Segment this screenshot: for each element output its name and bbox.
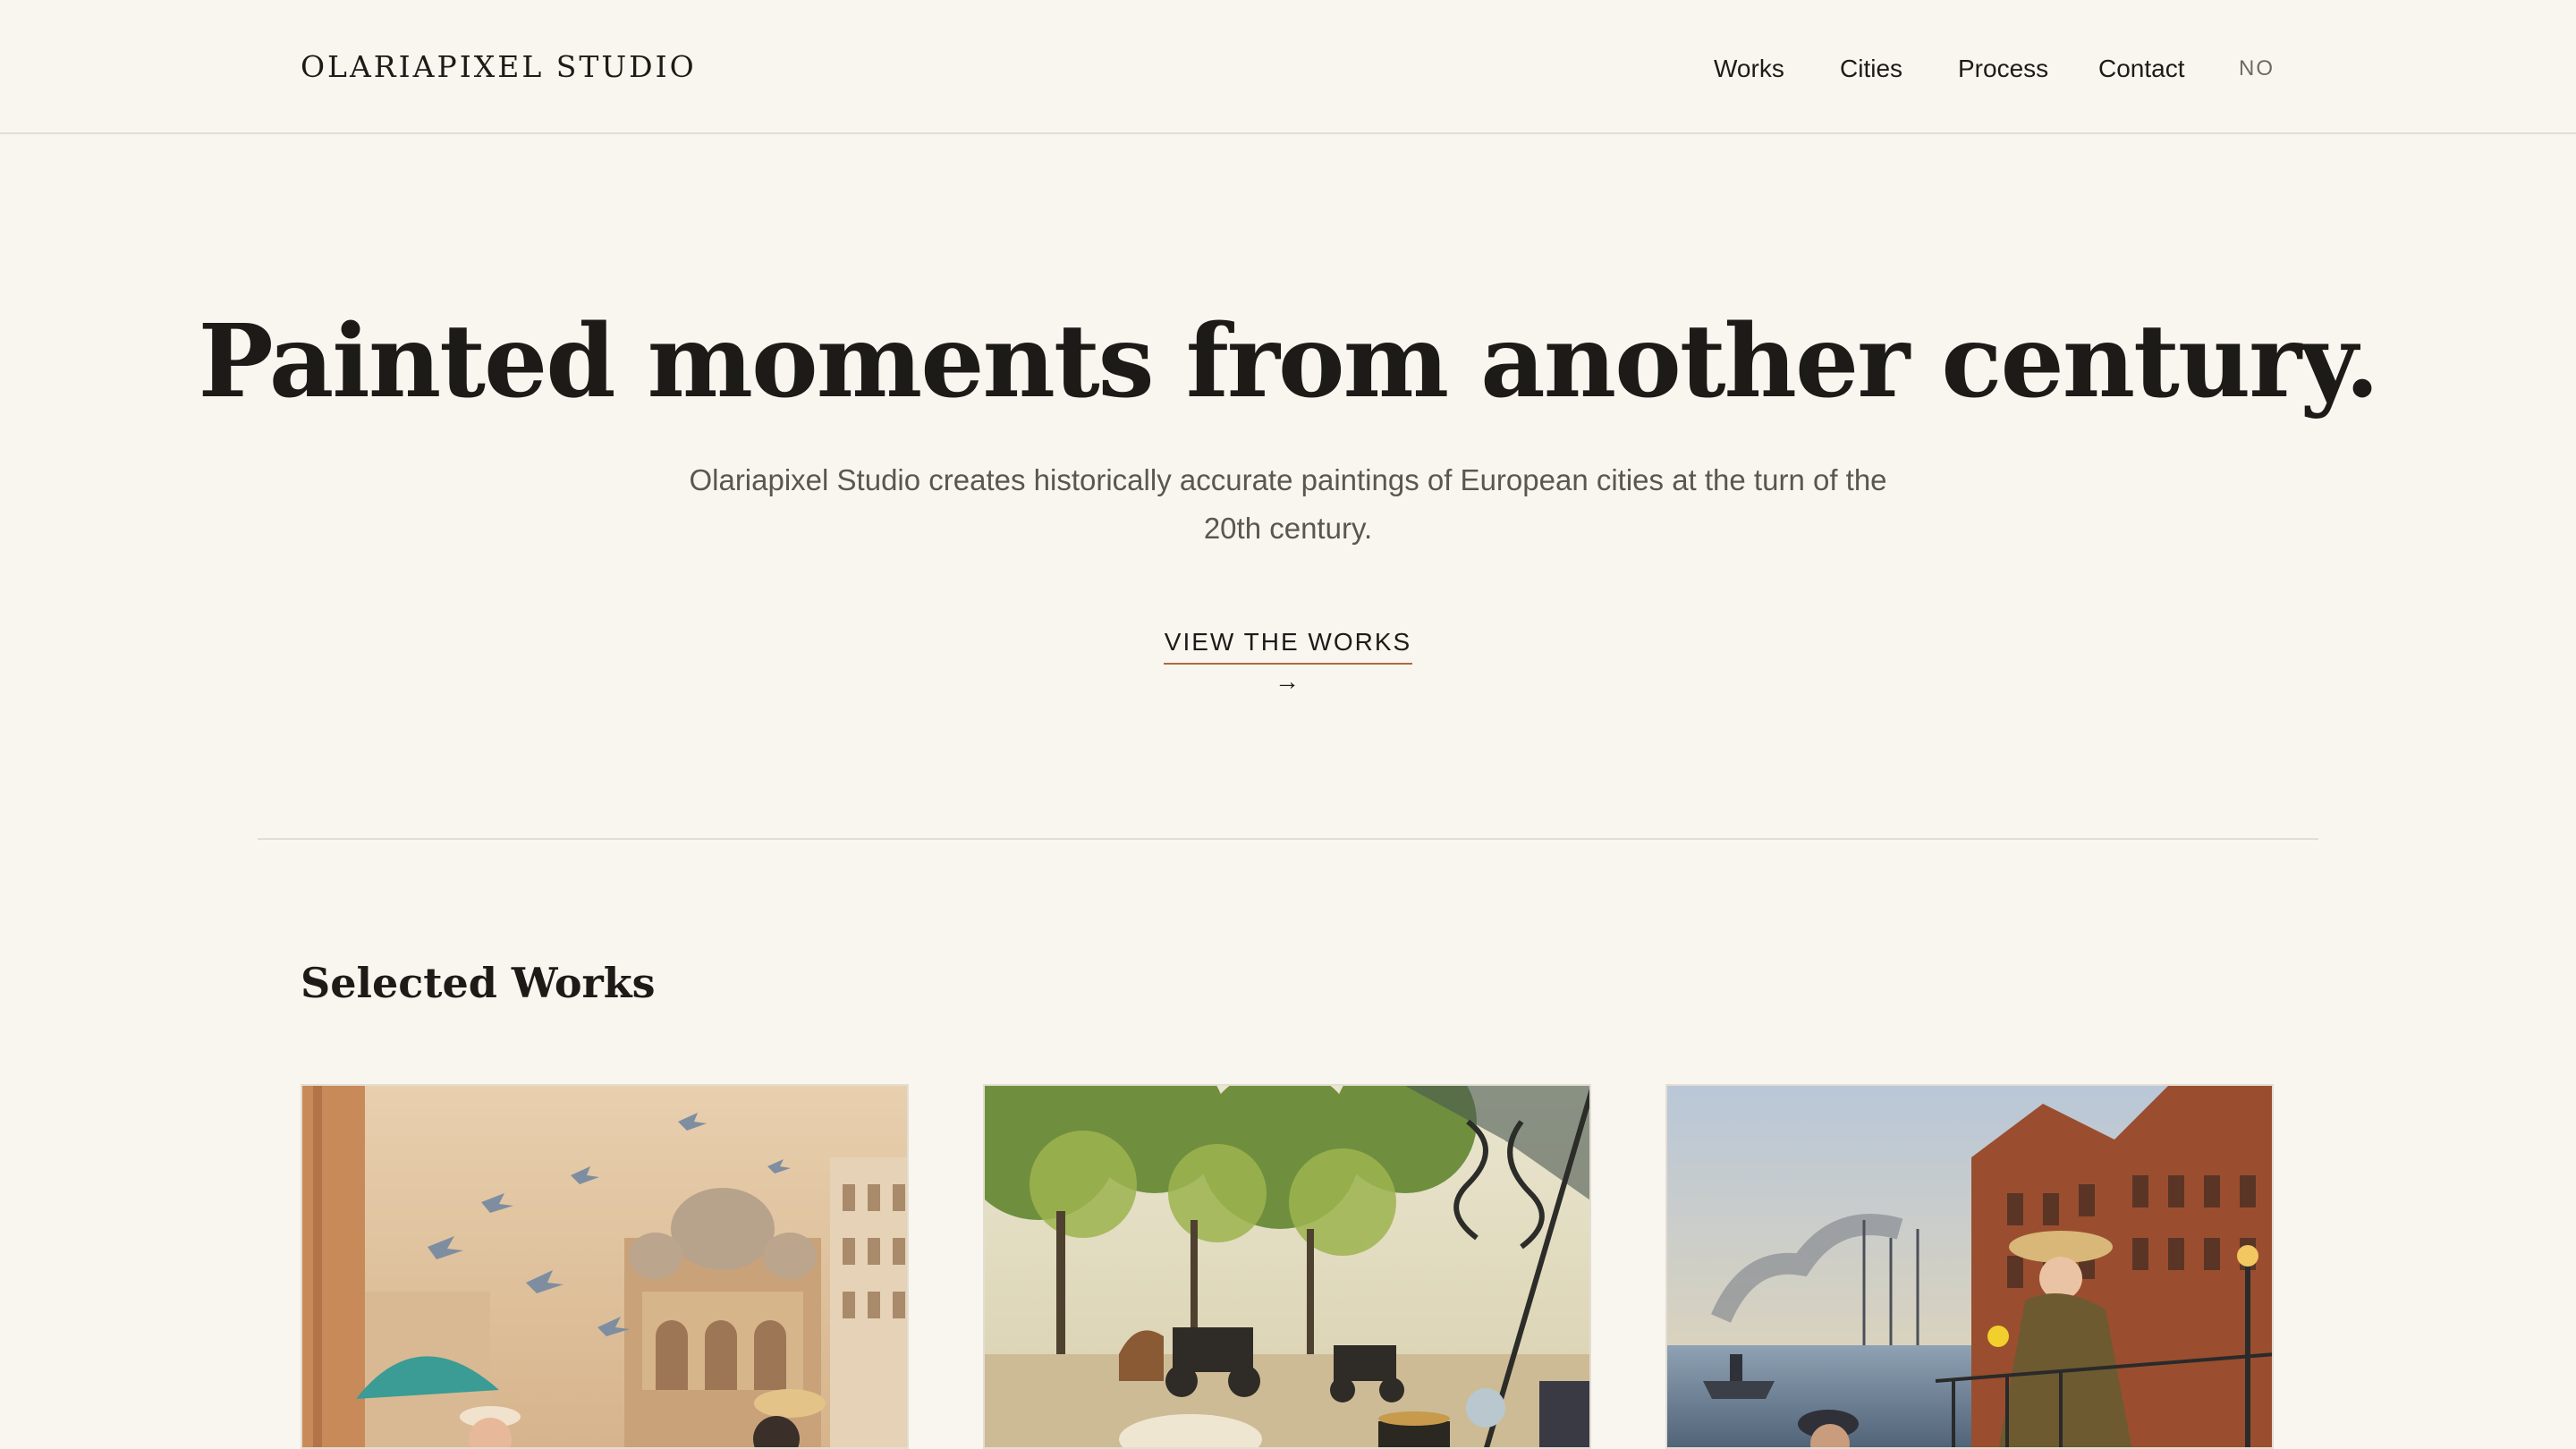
brand-logo[interactable]: OLARIAPIXEL STUDIO <box>301 45 697 89</box>
hamburg-harbour-painting <box>1667 1086 2272 1447</box>
nav-process[interactable]: Process <box>1958 47 2048 91</box>
view-works-link[interactable]: VIEW THE WORKS → <box>1163 623 1413 701</box>
nav-contact[interactable]: Contact <box>2098 47 2185 91</box>
hero-subtitle: Olariapixel Studio creates historically … <box>689 463 1887 545</box>
section-divider <box>258 838 2318 840</box>
paris-boulevard-painting <box>985 1086 1589 1447</box>
work-card-paris[interactable] <box>983 1084 1591 1449</box>
section-title: Selected Works <box>301 959 656 1007</box>
site-header: OLARIAPIXEL STUDIO Works Cities Process … <box>0 0 2576 134</box>
venice-piazza-painting <box>302 1086 907 1447</box>
hero-title: Painted moments from another century. <box>198 303 2379 420</box>
cta-underline <box>1164 663 1412 665</box>
work-card-venice[interactable] <box>301 1084 909 1449</box>
language-switch[interactable]: NO <box>2239 47 2275 91</box>
nav-cities[interactable]: Cities <box>1840 47 1902 91</box>
nav-works[interactable]: Works <box>1714 47 1784 91</box>
work-card-hamburg[interactable] <box>1665 1084 2274 1449</box>
